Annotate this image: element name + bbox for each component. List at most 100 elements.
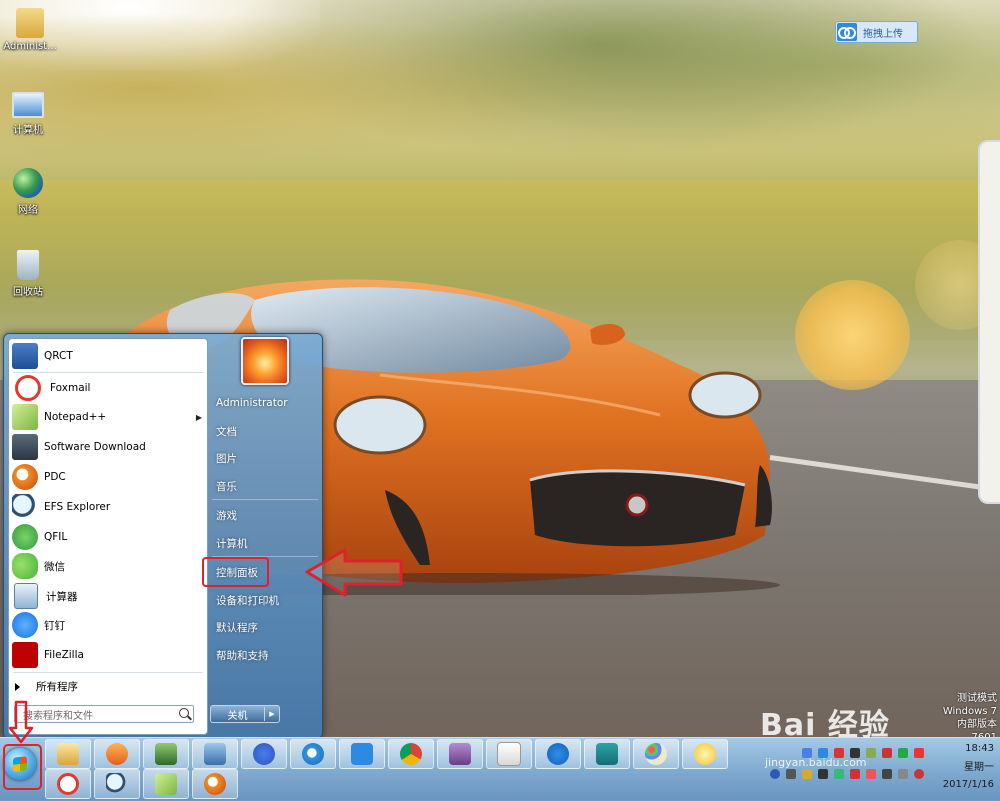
tray-volume-icon[interactable] — [898, 769, 908, 779]
shutdown-options-arrow-icon[interactable]: ▶ — [264, 707, 279, 721]
program-item-qrct[interactable]: QRCT — [12, 342, 202, 370]
side-widget-panel — [978, 140, 1000, 504]
foxmail-icon — [15, 375, 41, 401]
start-item-default-programs[interactable]: 默认程序 — [216, 620, 258, 635]
start-item-devices-printers[interactable]: 设备和打印机 — [216, 593, 279, 608]
control-panel-highlight — [202, 557, 269, 587]
program-label: PDC — [44, 471, 66, 483]
tray-network-icon[interactable] — [882, 769, 892, 779]
taskbar-network-app[interactable] — [192, 739, 238, 769]
clock-date: 2017/1/16 — [942, 779, 994, 790]
program-item-filezilla[interactable]: FileZilla — [12, 641, 202, 669]
taskbar-explorer[interactable] — [45, 739, 91, 769]
program-item-efs-explorer[interactable]: EFS Explorer — [12, 493, 202, 521]
red-arrow-down-annotation — [8, 700, 34, 744]
start-item-documents[interactable]: 文档 — [216, 424, 237, 439]
user-folder-icon — [16, 8, 44, 38]
start-item-administrator[interactable]: Administrator — [216, 397, 288, 409]
clock-time: 18:43 — [965, 743, 994, 754]
notepadpp-icon — [155, 773, 177, 795]
computer-icon — [12, 92, 44, 118]
taskbar-paint[interactable] — [633, 739, 679, 769]
shutdown-label: 关机 — [227, 710, 248, 722]
tray-app-icon[interactable] — [850, 769, 860, 779]
program-item-qfil[interactable]: QFIL — [12, 523, 202, 551]
start-button-highlight — [3, 744, 42, 790]
help-icon[interactable] — [770, 769, 780, 779]
taskbar-kugou[interactable] — [535, 739, 581, 769]
magnifier-icon — [106, 773, 128, 795]
os-watermark-line: Windows 7 — [942, 706, 997, 717]
tray-shield-icon[interactable] — [898, 748, 908, 758]
taskbar-search-doc[interactable] — [486, 739, 532, 769]
drag-upload-button[interactable]: 拖拽上传 — [835, 21, 918, 43]
start-item-music[interactable]: 音乐 — [216, 479, 237, 494]
taskbar-baidu[interactable] — [241, 739, 287, 769]
divider — [13, 372, 203, 373]
user-avatar[interactable] — [241, 337, 289, 385]
taskbar-chrome[interactable] — [388, 739, 434, 769]
taskbar-terminal[interactable] — [143, 739, 189, 769]
taskbar-ie[interactable] — [290, 739, 336, 769]
lightbulb-icon — [694, 743, 716, 765]
desktop-icon-administrator[interactable]: Administ... — [2, 8, 58, 52]
paint-tool-icon — [449, 743, 471, 765]
baidu-paw-icon — [253, 743, 275, 765]
taskbar-pdc[interactable] — [192, 769, 238, 799]
taskbar-baidu-netdisk[interactable] — [339, 739, 385, 769]
internet-explorer-icon — [302, 743, 324, 765]
desktop-icon-label: Administ... — [3, 41, 57, 52]
tray-app-icon[interactable] — [866, 769, 876, 779]
start-item-help-support[interactable]: 帮助和支持 — [216, 648, 269, 663]
tray-app-icon[interactable] — [914, 748, 924, 758]
shutdown-button[interactable]: 关机 ▶ — [210, 705, 280, 723]
desktop-icon-label: 回收站 — [13, 287, 43, 298]
program-item-calculator[interactable]: 计算器 — [12, 582, 202, 610]
folder-icon — [57, 743, 79, 765]
tray-app-icon[interactable] — [914, 769, 924, 779]
desktop-icon-network[interactable]: 网络 — [0, 168, 56, 216]
desktop-icon-label: 计算机 — [13, 125, 43, 136]
start-item-games[interactable]: 游戏 — [216, 508, 237, 523]
tray-app-icon[interactable] — [866, 748, 876, 758]
taskbar-chart-app[interactable] — [584, 739, 630, 769]
tray-app-icon[interactable] — [786, 769, 796, 779]
chart-app-icon — [596, 743, 618, 765]
program-item-wechat[interactable]: 微信 — [12, 552, 202, 580]
network-globe-icon — [13, 168, 43, 198]
search-icon[interactable] — [179, 708, 189, 718]
start-menu: QRCT Foxmail Notepad++ ▶ Software Downlo… — [3, 333, 323, 739]
desktop-icon-computer[interactable]: 计算机 — [0, 88, 56, 136]
taskbar-efs-explorer[interactable] — [94, 769, 140, 799]
software-download-icon — [12, 434, 38, 460]
program-label: Notepad++ — [44, 411, 107, 423]
wechat-icon — [12, 553, 38, 579]
search-programs-input[interactable]: 搜索程序和文件 — [14, 705, 194, 723]
tray-app-icon[interactable] — [882, 748, 892, 758]
all-programs-button[interactable]: 所有程序 — [15, 679, 78, 694]
tray-app-icon[interactable] — [834, 769, 844, 779]
taskbar-notepadpp[interactable] — [143, 769, 189, 799]
desktop-icon-recycle-bin[interactable]: 回收站 — [0, 250, 56, 298]
all-programs-label: 所有程序 — [36, 681, 78, 693]
program-item-notepadpp[interactable]: Notepad++ ▶ — [12, 403, 202, 431]
taskbar-clock[interactable]: 18:43 星期一 2017/1/16 — [932, 742, 994, 792]
tray-app-icon[interactable] — [818, 769, 828, 779]
start-item-computer[interactable]: 计算机 — [216, 536, 248, 551]
watermark-brand: Bai 经验 — [760, 708, 890, 743]
taskbar-paint-tool[interactable] — [437, 739, 483, 769]
notepadpp-icon — [12, 404, 38, 430]
filezilla-icon — [12, 642, 38, 668]
program-item-pdc[interactable]: PDC — [12, 463, 202, 491]
taskbar-media-player[interactable] — [94, 739, 140, 769]
taskbar-tips[interactable] — [682, 739, 728, 769]
program-item-foxmail[interactable]: Foxmail — [12, 374, 202, 402]
program-item-dingtalk[interactable]: 钉钉 — [12, 611, 202, 639]
submenu-arrow-icon[interactable]: ▶ — [196, 413, 202, 422]
taskbar-foxmail[interactable] — [45, 769, 91, 799]
tray-app-icon[interactable] — [802, 769, 812, 779]
program-label: Software Download — [44, 441, 146, 453]
document-search-icon — [497, 742, 521, 766]
program-item-software-download[interactable]: Software Download — [12, 433, 202, 461]
start-item-pictures[interactable]: 图片 — [216, 451, 237, 466]
